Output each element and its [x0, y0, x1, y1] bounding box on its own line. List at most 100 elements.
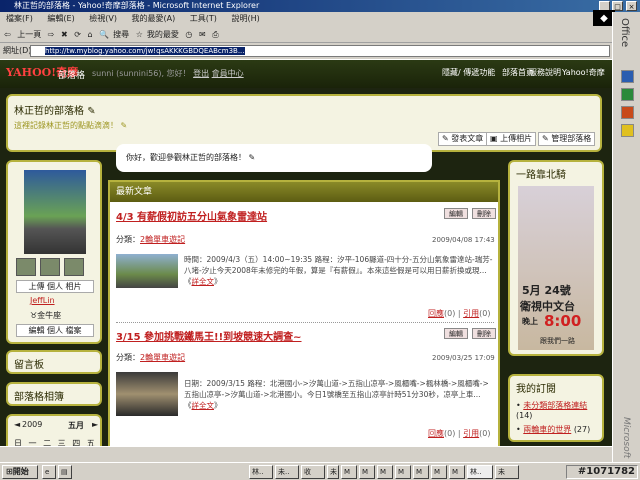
post-footer: 回應(0) | 引用(0): [428, 429, 491, 438]
profile-photo: [24, 170, 86, 254]
subscriptions-box: 我的訂閱 • 未分類部落格連結 (14) • 兩輪車的世界 (27): [508, 374, 604, 442]
address-input[interactable]: http://tw.myblog.yahoo.com/jw!qsAKKKGBDQ…: [30, 45, 610, 57]
logout-link[interactable]: 登出: [193, 69, 209, 78]
calendar-year: 2009: [22, 420, 43, 429]
address-bar: 網址(D) http://tw.myblog.yahoo.com/jw!qsAK…: [0, 43, 612, 59]
taskbar-item[interactable]: 收: [301, 465, 325, 479]
ad-box: 一路靠北騎 5月 24號 衛視中文台 晚上 8:00 跟我們一路: [508, 160, 604, 356]
taskbar-item[interactable]: 未: [495, 465, 519, 479]
search-button[interactable]: 🔍 搜尋: [99, 26, 129, 43]
trackback-link[interactable]: 引用: [463, 309, 479, 318]
word-icon[interactable]: [621, 70, 634, 83]
guestbook-box[interactable]: 留言板: [6, 350, 102, 374]
subscription-link[interactable]: 兩輪車的世界: [523, 425, 571, 434]
back-button[interactable]: ⇦ 上一頁: [4, 26, 41, 43]
menu-help[interactable]: 說明(H): [231, 12, 259, 26]
post-title[interactable]: 3/15 參加挑戰鐵馬王!!到坡競速大調查~: [116, 328, 302, 343]
quick-launch-icon[interactable]: e: [42, 465, 56, 479]
taskbar: ⊞開始 e ▤ 林.. 未.. 收 未 M M M M M M M 林.. 未 …: [0, 462, 640, 480]
taskbar-item[interactable]: 林..: [249, 465, 273, 479]
calendar-prev[interactable]: ◄: [14, 420, 20, 429]
taskbar-item[interactable]: M: [413, 465, 429, 479]
delete-post-button[interactable]: 刪除: [472, 208, 496, 219]
album-box[interactable]: 部落格相簿: [6, 382, 102, 406]
edit-profile-button[interactable]: 編輯 個人 檔案: [16, 324, 94, 337]
close-button[interactable]: ×: [626, 1, 637, 11]
menu-favorites[interactable]: 我的最愛(A): [132, 12, 176, 26]
stop-icon[interactable]: ✖: [61, 26, 68, 43]
taskbar-item[interactable]: M: [431, 465, 447, 479]
outlook-icon[interactable]: [621, 124, 634, 137]
post-article-button[interactable]: ✎ 發表文章: [438, 132, 488, 146]
yahoo-home-link[interactable]: Yahoo!奇摩: [562, 67, 605, 78]
upload-profile-photo-button[interactable]: 上傳 個人 相片: [16, 280, 94, 293]
delete-post-button[interactable]: 刪除: [472, 328, 496, 339]
ad-tagline: 跟我們一路: [540, 337, 575, 345]
edit-icon[interactable]: ✎: [121, 121, 128, 130]
read-more-link[interactable]: 詳全文: [192, 401, 215, 410]
calendar-next[interactable]: ►: [92, 420, 98, 429]
taskbar-item-active[interactable]: 林..: [467, 465, 493, 479]
office-label: Office: [619, 18, 630, 48]
excel-icon[interactable]: [621, 88, 634, 101]
comments-link[interactable]: 回應: [428, 309, 444, 318]
menu-edit[interactable]: 編輯(E): [47, 12, 74, 26]
member-center-link[interactable]: 會員中心: [212, 69, 244, 78]
quick-launch-icon[interactable]: ▤: [58, 465, 72, 479]
favorites-button[interactable]: ☆ 我的最愛: [136, 26, 179, 43]
profile-box: 上傳 個人 相片 JeffLin ♉金牛座 編輯 個人 檔案: [6, 160, 102, 344]
window-title: 林正哲的部落格 - Yahoo!奇摩部落格 - Microsoft Intern…: [14, 1, 260, 10]
comments-link[interactable]: 回應: [428, 429, 444, 438]
toolbar: ⇦ 上一頁 ⇨ ✖ ⟳ ⌂ 🔍 搜尋 ☆ 我的最愛 ◷ ✉ ⎙: [0, 26, 612, 43]
taskbar-item[interactable]: M: [395, 465, 411, 479]
category-link[interactable]: 2輪單車遊記: [140, 235, 185, 244]
menu-tools[interactable]: 工具(T): [190, 12, 217, 26]
edit-post-button[interactable]: 編輯: [444, 208, 468, 219]
profile-name[interactable]: JeffLin: [30, 296, 55, 305]
subscription-link[interactable]: 未分類部落格連結: [523, 401, 587, 410]
album-title: 部落格相簿: [14, 392, 64, 403]
guestbook-title: 留言板: [14, 360, 44, 371]
taskbar-item[interactable]: M: [341, 465, 357, 479]
post-image[interactable]: [116, 254, 178, 288]
left-sidebar: 上傳 個人 相片 JeffLin ♉金牛座 編輯 個人 檔案 留言板 部落格相簿…: [6, 160, 102, 462]
photo-thumbnail[interactable]: [16, 258, 36, 276]
trackback-link[interactable]: 引用: [463, 429, 479, 438]
taskbar-item[interactable]: 未..: [275, 465, 299, 479]
manage-blog-button[interactable]: ✎ 管理部落格: [538, 132, 596, 146]
edit-icon[interactable]: ✎: [249, 153, 256, 162]
toggle-features-link[interactable]: 隱藏/ 傳遞功能: [442, 67, 495, 78]
menu-file[interactable]: 檔案(F): [6, 12, 33, 26]
help-link[interactable]: 服務說明: [529, 67, 561, 78]
history-icon[interactable]: ◷: [185, 26, 192, 43]
powerpoint-icon[interactable]: [621, 106, 634, 119]
category-link[interactable]: 2輪單車遊記: [140, 353, 185, 362]
taskbar-item[interactable]: M: [377, 465, 393, 479]
blog-title: 林正哲的部落格 ✎: [14, 106, 96, 117]
read-more-link[interactable]: 詳全文: [192, 277, 215, 286]
home-icon[interactable]: ⌂: [88, 26, 93, 43]
address-label: 網址(D): [3, 46, 32, 55]
refresh-icon[interactable]: ⟳: [74, 26, 81, 43]
tv-ad-banner[interactable]: 5月 24號 衛視中文台 晚上 8:00 跟我們一路: [518, 186, 594, 350]
start-button[interactable]: ⊞開始: [2, 465, 38, 479]
edit-post-button[interactable]: 編輯: [444, 328, 468, 339]
photo-thumbnail[interactable]: [64, 258, 84, 276]
divider: [116, 322, 494, 323]
print-icon[interactable]: ⎙: [212, 26, 218, 43]
menu-view[interactable]: 檢視(V): [89, 12, 117, 26]
top-nav: YAHOO!奇摩 部落格 sunni (sunnini56), 您好！ 登出 會…: [0, 60, 612, 88]
subscription-item: • 未分類部落格連結 (14): [516, 401, 588, 420]
mail-icon[interactable]: ✉: [199, 26, 206, 43]
ad-time-label: 晚上: [522, 317, 538, 326]
taskbar-item[interactable]: M: [449, 465, 465, 479]
upload-photo-button[interactable]: ▣ 上傳相片: [486, 132, 537, 146]
taskbar-item[interactable]: 未: [327, 465, 339, 479]
forward-button[interactable]: ⇨: [48, 26, 55, 43]
post-image[interactable]: [116, 372, 178, 416]
post-excerpt: 時間：2009/4/3（五）14:00~19:35 路程：汐平-106縣道-四十…: [184, 255, 493, 286]
edit-icon[interactable]: ✎: [87, 106, 95, 117]
taskbar-item[interactable]: M: [359, 465, 375, 479]
post-title[interactable]: 4/3 有薪假初訪五分山氣象雷達站: [116, 208, 267, 223]
photo-thumbnail[interactable]: [40, 258, 60, 276]
